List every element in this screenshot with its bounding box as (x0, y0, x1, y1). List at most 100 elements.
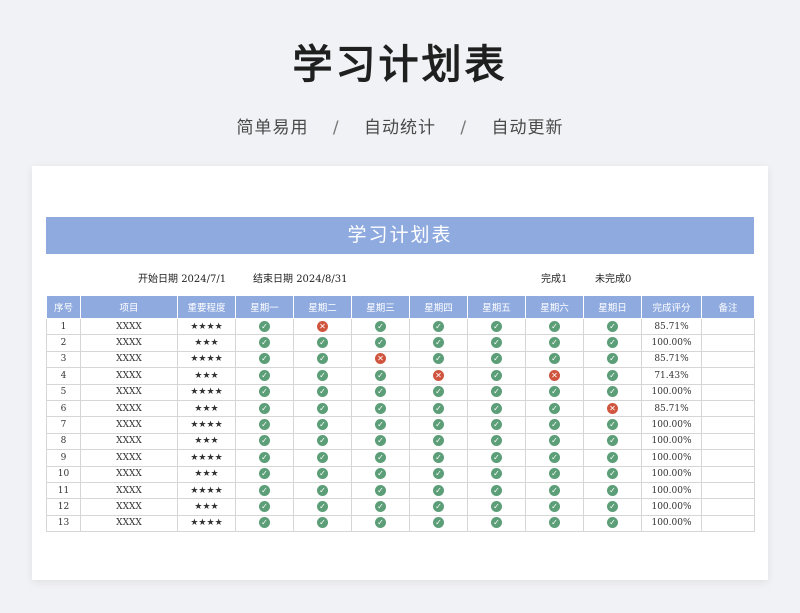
day-status-cell: ✓ (525, 334, 584, 352)
day-status-cell: ✓ (409, 416, 468, 434)
check-circle-icon: ✓ (317, 517, 328, 529)
check-circle-icon: ✓ (607, 451, 618, 463)
row-number: 5 (46, 383, 81, 401)
subtitle-separator: / (460, 118, 468, 138)
note-cell (701, 367, 755, 385)
check-circle-icon: ✓ (433, 337, 444, 349)
day-status-cell: ✓ (525, 481, 584, 500)
check-circle-icon: ✓ (549, 320, 560, 332)
column-header: 星期四 (409, 295, 468, 319)
day-status-cell: ✓ (235, 514, 294, 533)
day-status-cell: ✓ (583, 514, 642, 533)
column-header: 星期二 (293, 295, 352, 319)
check-circle-icon: ✓ (259, 468, 270, 480)
score-cell: 100.00% (641, 465, 702, 483)
check-circle-icon: ✓ (549, 337, 560, 349)
day-status-cell: ✓ (467, 449, 526, 467)
importance-stars: ★★★ (177, 432, 236, 451)
day-status-cell: ✓ (583, 465, 642, 483)
importance-stars: ★★★★ (177, 514, 236, 533)
check-circle-icon: ✓ (259, 500, 270, 512)
day-status-cell: ✓ (351, 432, 410, 451)
check-circle-icon: ✓ (317, 435, 328, 447)
check-circle-icon: ✓ (317, 419, 328, 431)
importance-stars: ★★★ (177, 465, 236, 483)
x-circle-icon: ✕ (607, 402, 618, 414)
row-number: 12 (46, 498, 81, 516)
sheet-title: 学习计划表 (46, 217, 754, 254)
check-circle-icon: ✓ (491, 419, 502, 431)
check-circle-icon: ✓ (549, 402, 560, 414)
check-circle-icon: ✓ (491, 402, 502, 414)
day-status-cell: ✓ (293, 432, 352, 451)
column-header: 星期六 (525, 295, 584, 319)
check-circle-icon: ✓ (607, 419, 618, 431)
table-row: 1 XXXX ★★★★ ✓ ✕ ✓ ✓ ✓ ✓ ✓ 85.71% (46, 317, 755, 336)
row-number: 2 (46, 334, 81, 352)
item-cell: XXXX (80, 432, 178, 451)
importance-stars: ★★★ (177, 334, 236, 352)
day-status-cell: ✓ (351, 498, 410, 516)
day-status-cell: ✓ (583, 416, 642, 434)
subtitle-item: 简单易用 (236, 118, 309, 138)
check-circle-icon: ✓ (433, 419, 444, 431)
day-status-cell: ✓ (583, 334, 642, 352)
table-row: 9 XXXX ★★★★ ✓ ✓ ✓ ✓ ✓ ✓ ✓ 100.00% (46, 449, 755, 467)
day-status-cell: ✕ (293, 317, 352, 336)
score-cell: 100.00% (641, 383, 702, 401)
day-status-cell: ✓ (409, 399, 468, 418)
check-circle-icon: ✓ (491, 386, 502, 398)
row-number: 7 (46, 416, 81, 434)
check-circle-icon: ✓ (375, 386, 386, 398)
day-status-cell: ✓ (583, 350, 642, 369)
x-circle-icon: ✕ (549, 369, 560, 381)
day-status-cell: ✓ (525, 416, 584, 434)
check-circle-icon: ✓ (433, 402, 444, 414)
day-status-cell: ✓ (409, 350, 468, 369)
day-status-cell: ✓ (293, 399, 352, 418)
day-status-cell: ✓ (525, 317, 584, 336)
importance-stars: ★★★★ (177, 449, 236, 467)
item-cell: XXXX (80, 498, 178, 516)
column-header: 序号 (46, 295, 81, 319)
spreadsheet-preview: 学习计划表 开始日期 2024/7/1 结束日期 2024/8/31 完成1 未… (32, 166, 768, 580)
check-circle-icon: ✓ (491, 500, 502, 512)
day-status-cell: ✓ (235, 432, 294, 451)
table-row: 6 XXXX ★★★ ✓ ✓ ✓ ✓ ✓ ✓ ✕ 85.71% (46, 399, 755, 418)
check-circle-icon: ✓ (259, 386, 270, 398)
note-cell (701, 481, 755, 500)
day-status-cell: ✓ (583, 449, 642, 467)
day-status-cell: ✓ (293, 465, 352, 483)
table-row: 2 XXXX ★★★ ✓ ✓ ✓ ✓ ✓ ✓ ✓ 100.00% (46, 334, 755, 352)
check-circle-icon: ✓ (433, 386, 444, 398)
day-status-cell: ✓ (583, 432, 642, 451)
score-cell: 85.71% (641, 317, 702, 336)
score-cell: 100.00% (641, 498, 702, 516)
row-number: 9 (46, 449, 81, 467)
check-circle-icon: ✓ (549, 500, 560, 512)
row-number: 10 (46, 465, 81, 483)
start-date: 开始日期 2024/7/1 (138, 270, 226, 285)
day-status-cell: ✓ (235, 367, 294, 385)
table-row: 3 XXXX ★★★★ ✓ ✓ ✕ ✓ ✓ ✓ ✓ 85.71% (46, 350, 755, 369)
check-circle-icon: ✓ (549, 353, 560, 365)
item-cell: XXXX (80, 449, 178, 467)
importance-stars: ★★★★ (177, 383, 236, 401)
check-circle-icon: ✓ (491, 369, 502, 381)
check-circle-icon: ✓ (317, 468, 328, 480)
check-circle-icon: ✓ (607, 353, 618, 365)
note-cell (701, 399, 755, 418)
day-status-cell: ✓ (235, 481, 294, 500)
importance-stars: ★★★★ (177, 317, 236, 336)
table-row: 8 XXXX ★★★ ✓ ✓ ✓ ✓ ✓ ✓ ✓ 100.00% (46, 432, 755, 451)
score-cell: 71.43% (641, 367, 702, 385)
note-cell (701, 317, 755, 336)
day-status-cell: ✓ (351, 334, 410, 352)
check-circle-icon: ✓ (491, 435, 502, 447)
end-date-value: 2024/8/31 (296, 274, 348, 285)
column-header: 备注 (701, 295, 755, 319)
importance-stars: ★★★ (177, 367, 236, 385)
day-status-cell: ✓ (525, 399, 584, 418)
importance-stars: ★★★ (177, 399, 236, 418)
check-circle-icon: ✓ (317, 369, 328, 381)
